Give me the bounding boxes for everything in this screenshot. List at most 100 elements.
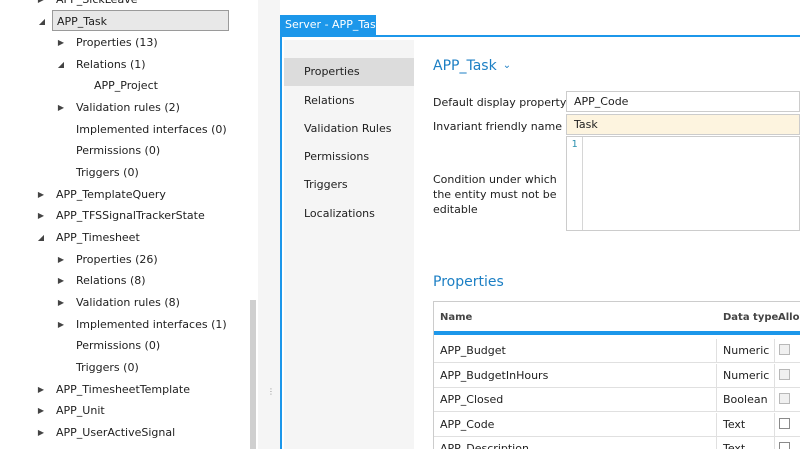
tree-item[interactable]: ▶ Properties (26) [0, 249, 248, 270]
tree-item-label: APP_Task [57, 15, 108, 28]
column-divider [774, 363, 775, 388]
table-row[interactable]: APP_Code Text [434, 412, 800, 437]
nav-item-triggers[interactable]: Triggers [284, 171, 414, 199]
tree-item[interactable]: ◢ Relations (1) [0, 54, 248, 75]
expand-arrow-icon[interactable]: ▶ [56, 249, 66, 270]
tree-item-label: Implemented interfaces (0) [76, 123, 227, 136]
expand-arrow-icon[interactable]: ▶ [56, 97, 66, 118]
tree-item[interactable]: ▶ Relations (8) [0, 270, 248, 291]
tree-item[interactable]: Implemented interfaces (0) [0, 119, 248, 140]
property-type-cell: Text [723, 442, 746, 449]
tree-item[interactable]: ▶ Implemented interfaces (1) [0, 314, 248, 335]
column-header-data-type[interactable]: Data type [723, 312, 778, 323]
column-divider [774, 388, 775, 412]
table-row[interactable]: APP_Description Text [434, 437, 800, 449]
tree-item-label: Properties (13) [76, 36, 158, 49]
allow-null-checkbox[interactable] [779, 368, 790, 380]
expand-arrow-icon[interactable]: ▶ [36, 184, 46, 205]
tree-item[interactable]: Triggers (0) [0, 357, 248, 378]
editor-section-nav: Properties Relations Validation Rules Pe… [284, 40, 414, 449]
grid-header: Name Data type Allow [434, 302, 800, 335]
column-divider [716, 412, 717, 437]
nav-item-permissions[interactable]: Permissions [284, 143, 414, 171]
tree-item[interactable]: APP_Project [0, 75, 248, 96]
column-header-name[interactable]: Name [440, 312, 472, 323]
invariant-name-label: Invariant friendly name [433, 120, 562, 133]
nav-item-relations[interactable]: Relations [284, 87, 414, 115]
expand-arrow-icon[interactable]: ▶ [36, 379, 46, 400]
allow-null-checkbox[interactable] [779, 417, 790, 429]
property-name-cell: APP_Description [440, 442, 529, 449]
table-row[interactable]: APP_BudgetInHours Numeric [434, 363, 800, 388]
expand-arrow-icon[interactable]: ▶ [56, 32, 66, 53]
tree-item[interactable]: Triggers (0) [0, 162, 248, 183]
default-display-select[interactable]: APP_Code [566, 91, 800, 112]
expand-arrow-icon[interactable]: ▶ [36, 422, 46, 443]
tree-item[interactable]: ▶ Validation rules (2) [0, 97, 248, 118]
collapse-arrow-icon[interactable]: ◢ [56, 54, 66, 75]
property-name-cell: APP_Code [440, 417, 495, 431]
nav-item-properties[interactable]: Properties [284, 58, 414, 86]
nav-item-localizations[interactable]: Localizations [284, 200, 414, 228]
entity-tree: ▶ APP_SickLeave ◢ APP_Task ▶ Properties (13) ◢… [0, 0, 248, 449]
properties-grid: Name Data type Allow APP_BudgetNumericAP… [433, 301, 800, 449]
property-type-cell: Text [723, 417, 746, 431]
tree-item[interactable]: ◢ APP_Task [39, 10, 229, 31]
collapse-arrow-icon[interactable]: ◢ [37, 11, 47, 32]
tree-item-label: APP_TimesheetTemplate [56, 383, 190, 396]
line-number-gutter: 1 [567, 137, 583, 230]
allow-null-checkbox[interactable] [779, 442, 790, 449]
invariant-name-input[interactable]: Task [566, 114, 800, 135]
tree-item[interactable]: ▶ APP_TimesheetTemplate [0, 379, 248, 400]
allow-null-checkbox[interactable] [779, 344, 790, 355]
tree-item[interactable]: Permissions (0) [0, 140, 248, 161]
tree-item[interactable]: ▶ APP_TemplateQuery [0, 184, 248, 205]
expand-arrow-icon[interactable]: ▶ [56, 270, 66, 291]
allow-null-checkbox[interactable] [779, 393, 790, 404]
expand-arrow-icon[interactable]: ▶ [56, 292, 66, 313]
default-display-label: Default display property [433, 96, 567, 109]
table-row[interactable]: APP_Budget Numeric [434, 339, 800, 363]
expand-arrow-icon[interactable]: ▶ [36, 400, 46, 421]
tree-item[interactable]: ▶ APP_SickLeave [0, 0, 248, 10]
column-divider [716, 388, 717, 412]
tree-item-label: APP_Unit [56, 404, 105, 417]
tree-item-label: APP_TemplateQuery [56, 188, 166, 201]
tree-item[interactable]: ▶ Properties (13) [0, 32, 248, 53]
tree-item[interactable]: ▶ APP_TFSSignalTrackerState [0, 205, 248, 226]
tree-item[interactable]: ▶ Validation rules (8) [0, 292, 248, 313]
column-header-allow[interactable]: Allow [778, 312, 800, 323]
tree-item-label: Permissions (0) [76, 144, 161, 157]
tree-item-label: Validation rules (8) [76, 296, 180, 309]
tree-item-label: Relations (8) [76, 274, 146, 287]
tree-item-label: Implemented interfaces (1) [76, 318, 227, 331]
column-divider [716, 437, 717, 449]
tree-scrollbar-thumb[interactable] [250, 300, 256, 449]
expand-arrow-icon[interactable]: ▶ [36, 0, 46, 10]
document-tab[interactable]: Server - APP_Task* [280, 15, 388, 35]
condition-code-editor[interactable]: 1 [566, 136, 800, 231]
property-type-cell: Boolean [723, 393, 768, 406]
tree-item[interactable]: ▶ APP_UserActiveSignal [0, 422, 248, 443]
tree-item[interactable]: ◢ APP_Timesheet [0, 227, 248, 248]
expand-arrow-icon[interactable]: ▶ [36, 205, 46, 226]
nav-item-validation-rules[interactable]: Validation Rules [284, 115, 414, 143]
splitter-grip-icon[interactable]: ⋮ [267, 388, 275, 404]
column-divider [774, 339, 775, 363]
property-type-cell: Numeric [723, 344, 770, 357]
chevron-down-icon: ⌄ [502, 60, 512, 71]
collapse-arrow-icon[interactable]: ◢ [36, 227, 46, 248]
expand-arrow-icon[interactable]: ▶ [56, 314, 66, 335]
condition-label: Condition under which the entity must no… [433, 173, 557, 216]
tree-item-label: Triggers (0) [76, 166, 139, 179]
table-row[interactable]: APP_Closed Boolean [434, 388, 800, 412]
column-divider [716, 363, 717, 388]
column-divider [716, 339, 717, 363]
entity-title-dropdown[interactable]: APP_Task ⌄ [433, 58, 511, 74]
tree-item[interactable]: ▶ APP_Unit [0, 400, 248, 421]
tree-item[interactable]: Permissions (0) [0, 335, 248, 356]
panel-splitter[interactable] [258, 0, 280, 449]
tree-item-label: Relations (1) [76, 58, 146, 71]
tree-item-label: Validation rules (2) [76, 101, 180, 114]
property-name-cell: APP_Closed [440, 393, 504, 406]
